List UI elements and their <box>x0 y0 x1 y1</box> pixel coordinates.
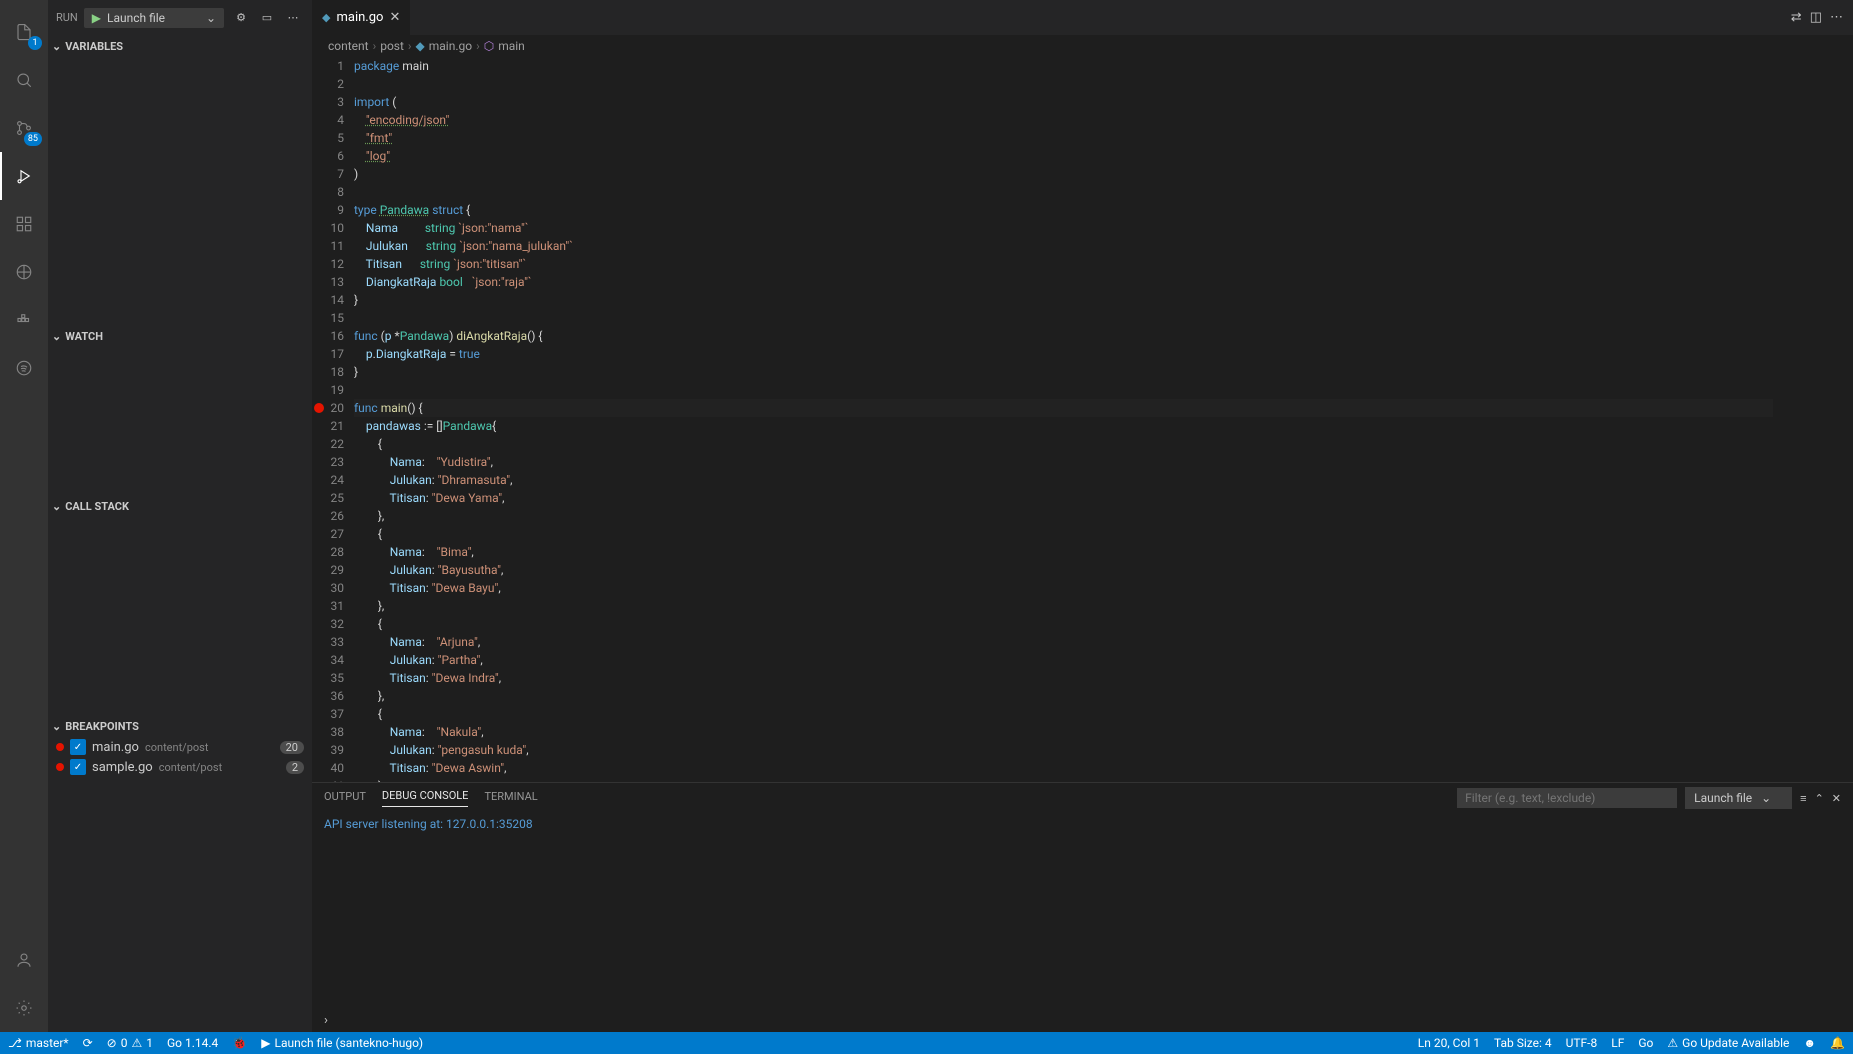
more-icon[interactable]: ⋯ <box>282 7 304 29</box>
debug-console-output: API server listening at: 127.0.0.1:35208 <box>312 813 1853 1008</box>
go-file-icon: ◆ <box>416 39 425 53</box>
status-lang[interactable]: Go <box>1638 1036 1653 1050</box>
filter-input[interactable] <box>1457 788 1677 808</box>
watch-section-header[interactable]: ⌄ WATCH <box>48 325 312 347</box>
breakpoints-section-header[interactable]: ⌄ BREAKPOINTS <box>48 715 312 737</box>
play-icon: ▶ <box>92 11 101 25</box>
compare-icon[interactable]: ⇄ <box>1791 10 1802 25</box>
breakpoint-glyph[interactable] <box>314 403 324 413</box>
run-config-select[interactable]: ▶ Launch file ⌄ <box>84 8 224 28</box>
status-sync[interactable]: ⟳ <box>83 1036 93 1050</box>
split-editor-icon[interactable]: ◫ <box>1810 10 1822 25</box>
status-bar: ⎇ master* ⟳ ⊘ 0 ⚠ 1 Go 1.14.4 🐞 ▶ Launch… <box>0 1032 1853 1054</box>
variables-section-header[interactable]: ⌄ VARIABLES <box>48 35 312 57</box>
debug-console-icon[interactable]: ▭ <box>256 7 278 29</box>
line-gutter[interactable]: 1234567891011121314151617181920212223242… <box>312 57 354 782</box>
docker-icon[interactable] <box>0 296 48 344</box>
debug-console-input[interactable]: › <box>312 1008 1853 1032</box>
explorer-badge: 1 <box>28 36 42 50</box>
gear-icon[interactable]: ⚙ <box>230 7 252 29</box>
explorer-icon[interactable]: 1 <box>0 8 48 56</box>
collapse-icon[interactable]: ⌃ <box>1815 792 1824 805</box>
breakpoint-dot-icon <box>56 763 64 771</box>
scm-badge: 85 <box>24 132 42 146</box>
bp-path: content/post <box>159 761 222 774</box>
status-tab-size[interactable]: Tab Size: 4 <box>1494 1036 1552 1050</box>
function-icon: ⬡ <box>484 39 494 53</box>
bp-file: main.go <box>92 740 139 755</box>
go-file-icon: ◆ <box>322 11 330 24</box>
bp-line: 2 <box>286 761 304 774</box>
activity-bar: 1 85 <box>0 0 48 1032</box>
close-icon[interactable]: ✕ <box>1832 792 1841 805</box>
run-config-name: Launch file <box>107 11 165 25</box>
remote-icon[interactable] <box>0 248 48 296</box>
chevron-down-icon: ⌄ <box>52 330 61 343</box>
status-update[interactable]: ⚠ Go Update Available <box>1667 1036 1789 1050</box>
checkbox[interactable]: ✓ <box>70 759 86 775</box>
spotify-icon[interactable] <box>0 344 48 392</box>
search-icon[interactable] <box>0 56 48 104</box>
status-feedback-icon[interactable]: ☻ <box>1803 1036 1816 1050</box>
sidebar: RUN ▶ Launch file ⌄ ⚙ ▭ ⋯ ⌄ VARIABLES ⌄ … <box>48 0 312 1032</box>
more-icon[interactable]: ⋯ <box>1830 10 1843 25</box>
status-encoding[interactable]: UTF-8 <box>1566 1036 1598 1050</box>
run-debug-icon[interactable] <box>0 152 48 200</box>
chevron-down-icon: ⌄ <box>52 40 61 53</box>
breakpoint-dot-icon <box>56 743 64 751</box>
status-bell-icon[interactable]: 🔔 <box>1830 1036 1845 1050</box>
code-editor[interactable]: 1234567891011121314151617181920212223242… <box>312 57 1853 782</box>
tab-terminal[interactable]: TERMINAL <box>484 790 537 807</box>
tab-bar: ◆ main.go ✕ ⇄ ◫ ⋯ <box>312 0 1853 35</box>
panel-select[interactable]: Launch file ⌄ <box>1685 787 1792 809</box>
chevron-down-icon: ⌄ <box>52 720 61 733</box>
settings-icon[interactable] <box>0 984 48 1032</box>
extensions-icon[interactable] <box>0 200 48 248</box>
breakpoint-item[interactable]: ✓ main.go content/post 20 <box>48 737 312 757</box>
tab-output[interactable]: OUTPUT <box>324 790 366 807</box>
breakpoint-item[interactable]: ✓ sample.go content/post 2 <box>48 757 312 777</box>
status-problems[interactable]: ⊘ 0 ⚠ 1 <box>107 1036 153 1050</box>
callstack-section-header[interactable]: ⌄ CALL STACK <box>48 495 312 517</box>
source-control-icon[interactable]: 85 <box>0 104 48 152</box>
code-content[interactable]: package main import ( "encoding/json" "f… <box>354 57 1773 782</box>
status-debug-icon[interactable]: 🐞 <box>232 1036 247 1050</box>
chevron-down-icon: ⌄ <box>52 500 61 513</box>
minimap[interactable] <box>1773 57 1853 782</box>
tab-main-go[interactable]: ◆ main.go ✕ <box>312 0 410 35</box>
prompt-icon: › <box>324 1013 328 1028</box>
run-label: RUN <box>56 11 78 24</box>
clear-icon[interactable]: ≡ <box>1800 792 1806 805</box>
chevron-down-icon: ⌄ <box>206 11 216 25</box>
checkbox[interactable]: ✓ <box>70 739 86 755</box>
status-eol[interactable]: LF <box>1611 1036 1624 1050</box>
tab-debug-console[interactable]: DEBUG CONSOLE <box>382 789 469 807</box>
bp-line: 20 <box>280 741 304 754</box>
close-icon[interactable]: ✕ <box>389 10 400 25</box>
status-launch[interactable]: ▶ Launch file (santekno-hugo) <box>261 1036 423 1050</box>
status-branch[interactable]: ⎇ master* <box>8 1036 69 1050</box>
bp-file: sample.go <box>92 760 153 775</box>
account-icon[interactable] <box>0 936 48 984</box>
tab-filename: main.go <box>336 10 383 25</box>
bp-path: content/post <box>145 741 208 754</box>
status-go-version[interactable]: Go 1.14.4 <box>167 1036 218 1050</box>
breadcrumb[interactable]: content› post› ◆ main.go› ⬡ main <box>312 35 1853 57</box>
status-position[interactable]: Ln 20, Col 1 <box>1418 1036 1480 1050</box>
